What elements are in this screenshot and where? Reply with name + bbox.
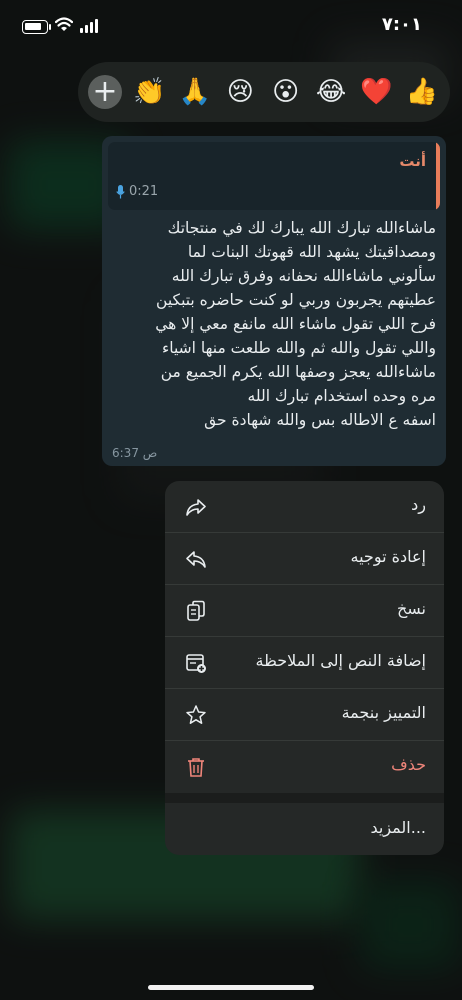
reaction-clap-emoji[interactable]: 👏 bbox=[131, 79, 167, 105]
reaction-heart-emoji[interactable]: ❤️ bbox=[359, 79, 395, 105]
reaction-cry-emoji[interactable]: 😢 bbox=[222, 79, 258, 105]
menu-item-add-to-note[interactable]: إضافة النص إلى الملاحظة bbox=[165, 637, 444, 689]
quote-voice-meta: 0:21 bbox=[116, 184, 158, 199]
status-time: ٧:٠١ bbox=[381, 14, 422, 35]
trash-icon bbox=[188, 758, 204, 777]
quote-accent-bar bbox=[436, 142, 440, 210]
reaction-bar: + 👏 🙏 😢 😮 😂 ❤️ 👍 bbox=[78, 62, 450, 122]
menu-item-copy[interactable]: نسخ bbox=[165, 585, 444, 637]
battery-tip bbox=[49, 24, 51, 30]
message-time: 6:37 ص bbox=[112, 446, 158, 460]
quote-duration: 0:21 bbox=[129, 184, 159, 199]
menu-item-label: نسخ bbox=[396, 599, 426, 618]
message-context-menu: رد إعادة توجيه نسخ إضافة النص إلى الملاح… bbox=[165, 481, 444, 855]
message-bubble[interactable]: أنت 0:21 ماشاءالله تبارك الله يبارك لك ف… bbox=[102, 136, 446, 466]
menu-separator bbox=[165, 793, 444, 803]
menu-item-star[interactable]: التمييز بنجمة bbox=[165, 689, 444, 741]
menu-item-more[interactable]: المزيد... bbox=[165, 803, 444, 855]
reply-icon bbox=[186, 499, 206, 516]
menu-item-label: المزيد... bbox=[370, 818, 426, 837]
home-indicator[interactable] bbox=[148, 985, 314, 990]
add-reaction-button[interactable]: + bbox=[88, 75, 122, 109]
copy-icon bbox=[187, 600, 205, 621]
reaction-surprised-emoji[interactable]: 😮 bbox=[268, 79, 304, 105]
status-bar: ٧:٠١ bbox=[0, 0, 462, 50]
quoted-message[interactable]: أنت 0:21 bbox=[108, 142, 440, 210]
star-icon bbox=[186, 705, 206, 724]
message-text: ماشاءالله تبارك الله يبارك لك في منتجاتك… bbox=[155, 219, 436, 429]
forward-icon bbox=[186, 551, 206, 568]
menu-item-delete[interactable]: حذف bbox=[165, 741, 444, 793]
wifi-icon bbox=[55, 17, 73, 31]
quote-sender: أنت bbox=[399, 152, 426, 170]
microphone-icon bbox=[116, 184, 125, 198]
battery-icon bbox=[22, 20, 48, 34]
menu-item-label: التمييز بنجمة bbox=[341, 703, 426, 722]
menu-item-label: رد bbox=[411, 495, 426, 514]
reaction-laugh-emoji[interactable]: 😂 bbox=[313, 79, 349, 105]
add-note-icon bbox=[186, 654, 206, 673]
menu-item-label: إضافة النص إلى الملاحظة bbox=[255, 651, 426, 670]
menu-item-reply[interactable]: رد bbox=[165, 481, 444, 533]
menu-item-label: إعادة توجيه bbox=[350, 547, 426, 566]
menu-item-forward[interactable]: إعادة توجيه bbox=[165, 533, 444, 585]
reaction-thumbs-up-emoji[interactable]: 👍 bbox=[404, 79, 440, 105]
menu-item-label: حذف bbox=[391, 755, 426, 774]
reaction-pray-emoji[interactable]: 🙏 bbox=[177, 79, 213, 105]
signal-icon bbox=[80, 19, 98, 33]
